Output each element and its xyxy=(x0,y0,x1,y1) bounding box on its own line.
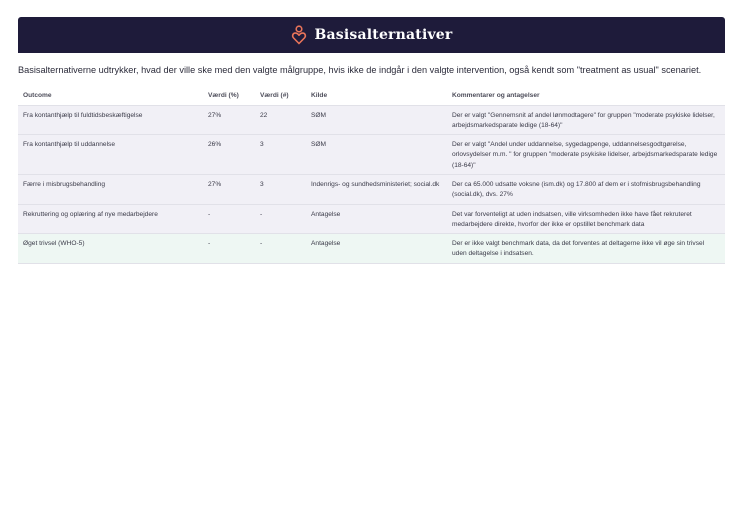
cell-outcome: Øget trivsel (WHO-5) xyxy=(18,233,203,264)
cell-comment: Der er valgt "Andel under uddannelse, sy… xyxy=(447,134,725,175)
cell-source: Antagelse xyxy=(306,233,447,264)
cell-value-pct: 27% xyxy=(203,104,255,135)
table-row: Øget trivsel (WHO-5) - - Antagelse Der e… xyxy=(18,233,725,264)
cell-comment: Der ca 65.000 udsatte voksne (ism.dk) og… xyxy=(447,173,725,205)
column-header-value-count: Værdi (#) xyxy=(255,86,306,105)
table-header-row: Outcome Værdi (%) Værdi (#) Kilde Kommen… xyxy=(18,86,725,105)
baseline-table: Outcome Værdi (%) Værdi (#) Kilde Kommen… xyxy=(18,86,725,264)
cell-source: SØM xyxy=(306,134,447,175)
cell-value-pct: - xyxy=(203,203,255,234)
cell-value-count: - xyxy=(255,233,306,264)
cell-value-count: 3 xyxy=(255,173,306,205)
intro-text: Basisalternativerne udtrykker, hvad der … xyxy=(18,65,702,75)
cell-source: Indenrigs- og sundhedsministeriet; socia… xyxy=(306,173,447,205)
cell-value-count: - xyxy=(255,203,306,234)
cell-outcome: Færre i misbrugsbehandling xyxy=(18,173,203,205)
cell-outcome: Rekruttering og oplæring af nye medarbej… xyxy=(18,203,203,234)
cell-outcome: Fra kontanthjælp til uddannelse xyxy=(18,134,203,175)
cell-comment: Der er ikke valgt benchmark data, da det… xyxy=(447,233,725,264)
cell-source: SØM xyxy=(306,104,447,135)
cell-value-count: 3 xyxy=(255,134,306,175)
cell-value-pct: 27% xyxy=(203,173,255,205)
page-title: Basisalternativer xyxy=(314,27,453,43)
cell-value-pct: 26% xyxy=(203,134,255,175)
table-row: Færre i misbrugsbehandling 27% 3 Indenri… xyxy=(18,173,725,205)
table-row: Fra kontanthjælp til uddannelse 26% 3 SØ… xyxy=(18,134,725,175)
column-header-outcome: Outcome xyxy=(18,86,203,105)
cell-comment: Det var forventeligt at uden indsatsen, … xyxy=(447,203,725,234)
cell-outcome: Fra kontanthjælp til fuldtidsbeskæftigel… xyxy=(18,104,203,135)
column-header-source: Kilde xyxy=(306,86,447,105)
person-heart-icon xyxy=(291,25,307,45)
table-row: Fra kontanthjælp til fuldtidsbeskæftigel… xyxy=(18,104,725,135)
cell-source: Antagelse xyxy=(306,203,447,234)
column-header-value-pct: Værdi (%) xyxy=(203,86,255,105)
cell-value-pct: - xyxy=(203,233,255,264)
column-header-comments: Kommentarer og antagelser xyxy=(447,86,725,105)
cell-comment: Der er valgt "Gennemsnit af andel lønmod… xyxy=(447,104,725,135)
page-header: Basisalternativer xyxy=(18,17,725,53)
table-row: Rekruttering og oplæring af nye medarbej… xyxy=(18,203,725,234)
cell-value-count: 22 xyxy=(255,104,306,135)
